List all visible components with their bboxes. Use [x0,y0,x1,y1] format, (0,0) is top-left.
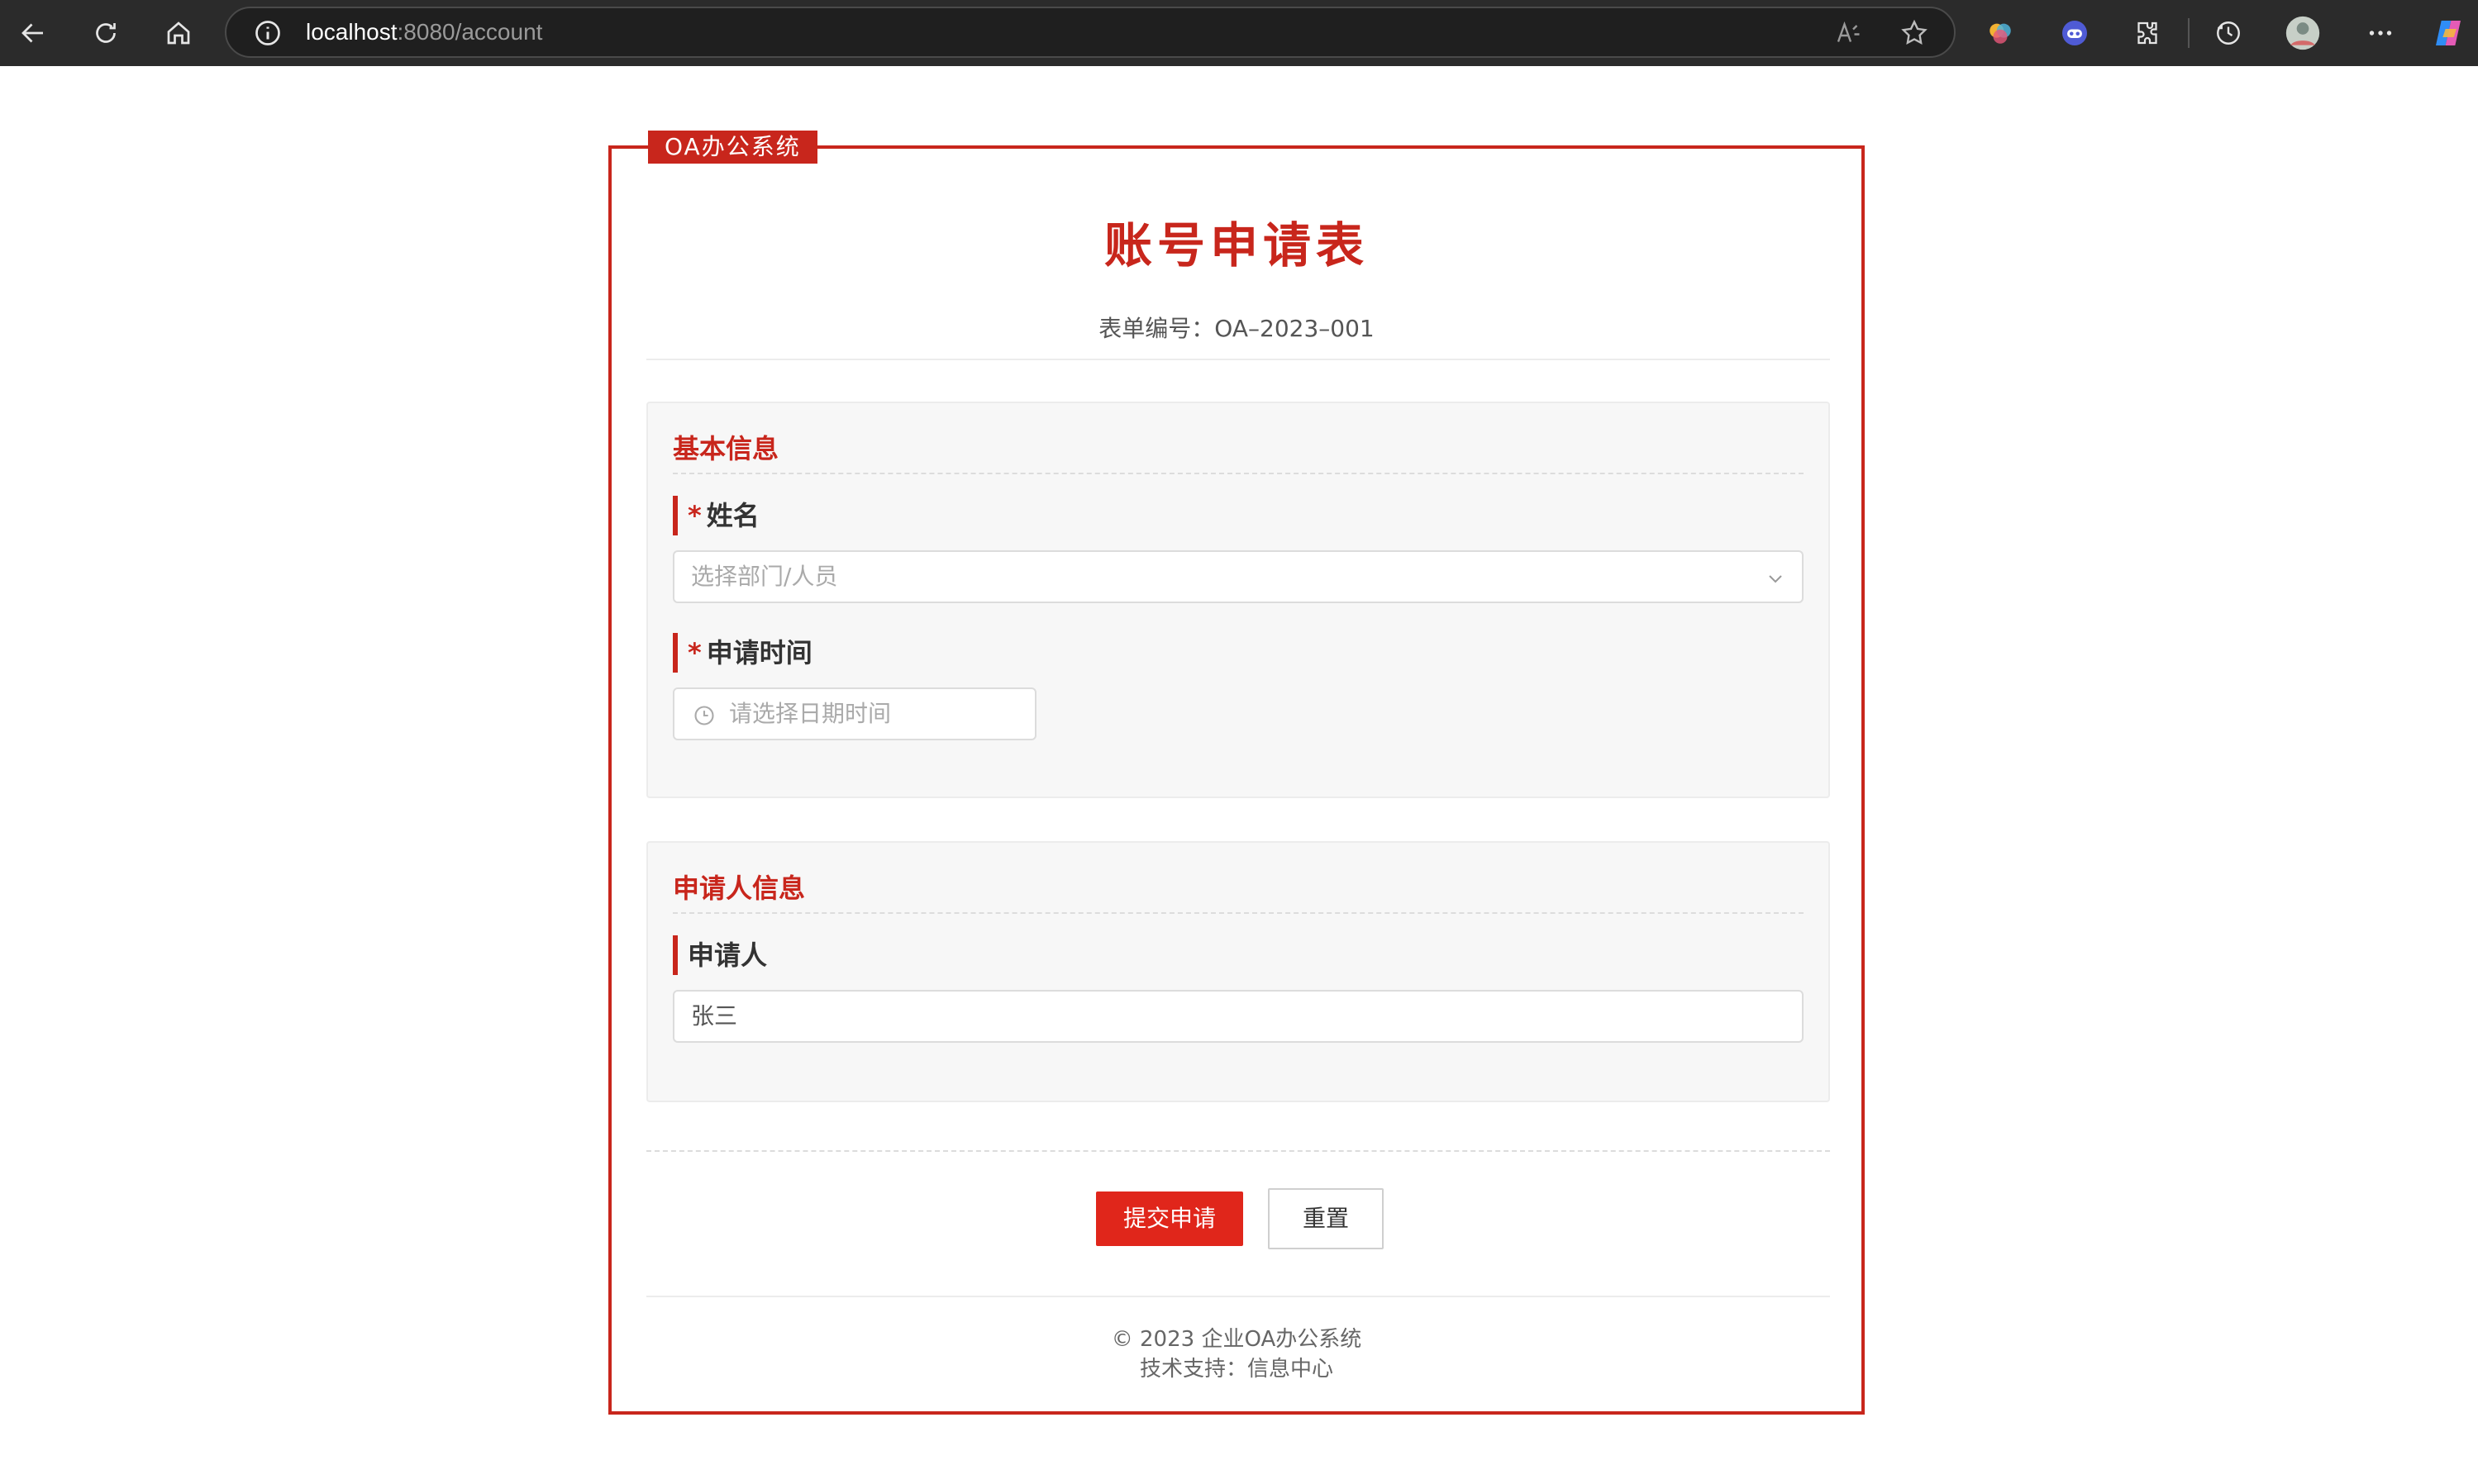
datetime-picker-input[interactable]: 请选择日期时间 [673,687,1036,740]
address-bar[interactable]: localhost:8080/account [225,7,1956,58]
section-title-applicant: 申请人信息 [673,873,806,904]
department-person-select[interactable]: 选择部门/人员 [673,550,1804,603]
url-path: :8080/account [397,19,543,45]
reset-button[interactable]: 重置 [1268,1188,1384,1249]
extension-colorful-icon[interactable] [1980,13,2020,53]
extension-bot-icon[interactable] [2055,13,2094,53]
ellipsis-icon [2369,31,2392,36]
applicant-field-label: 申请人 [673,935,767,975]
more-menu-button[interactable] [2361,13,2400,53]
time-field-label: * 申请时间 [673,633,812,673]
applicant-info-section: 申请人信息 申请人 张三 [646,841,1830,1102]
required-asterisk: * [688,637,702,668]
read-aloud-icon[interactable] [1833,18,1863,48]
form-number: 表单编号：OA–2023–001 [1098,315,1375,342]
extensions-puzzle-icon[interactable] [2128,13,2167,53]
clock-icon [694,706,714,725]
browser-toolbar: localhost:8080/account [0,0,2478,66]
history-icon [2217,21,2240,45]
account-application-form: OA办公系统 账号申请表 表单编号：OA–2023–001 基本信息 * 姓名 选… [608,131,1865,1415]
url-host: localhost [306,19,398,45]
back-button[interactable] [13,13,53,53]
back-arrow-icon [21,23,43,43]
submit-application-button[interactable]: 提交申请 [1096,1191,1243,1246]
copilot-icon [2436,21,2461,45]
info-icon[interactable] [253,18,283,48]
datetime-placeholder: 请选择日期时间 [729,700,892,727]
footer-support: 技术支持：信息中心 [1139,1357,1333,1382]
favorite-star-icon[interactable] [1899,18,1929,48]
url-text[interactable]: localhost:8080/account [306,8,542,56]
history-button[interactable] [2209,13,2248,53]
actions-divider [646,1150,1830,1152]
toolbar-divider [2188,18,2190,48]
footer-copyright: © 2023 企业OA办公系统 [1111,1327,1362,1352]
name-label-text: 姓名 [706,500,760,531]
section-title-basic: 基本信息 [673,433,779,464]
system-brand-tag: OA办公系统 [648,131,817,164]
form-title: 账号申请表 [1103,217,1369,273]
time-label-text: 申请时间 [706,637,812,668]
section-divider [673,912,1804,914]
select-placeholder: 选择部门/人员 [691,563,838,590]
home-button[interactable] [159,13,198,53]
section-divider [673,473,1804,474]
applicant-input[interactable]: 张三 [673,990,1804,1043]
copilot-button[interactable] [2428,13,2468,53]
footer-divider [646,1296,1830,1297]
header-divider [646,359,1830,360]
reload-button[interactable] [86,13,126,53]
chevron-down-icon [1769,575,1782,583]
name-field-label: * 姓名 [673,496,760,535]
home-icon [167,21,190,45]
profile-avatar[interactable] [2283,13,2323,53]
basic-info-section: 基本信息 * 姓名 选择部门/人员 * 申请时间 请选择日期时间 [646,402,1830,798]
reload-icon [96,23,116,43]
required-asterisk: * [688,500,702,531]
